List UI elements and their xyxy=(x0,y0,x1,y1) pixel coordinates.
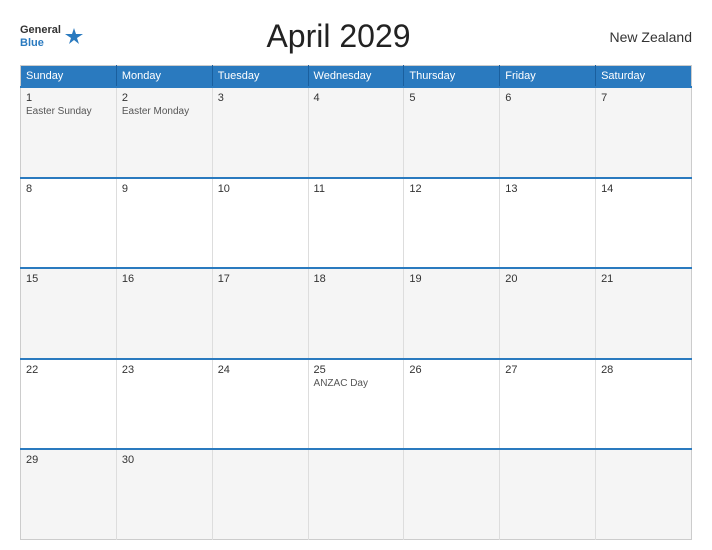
calendar-day-cell: 3 xyxy=(212,87,308,178)
col-friday: Friday xyxy=(500,66,596,88)
day-number: 5 xyxy=(409,92,494,104)
calendar-day-cell xyxy=(500,449,596,540)
calendar-day-cell: 12 xyxy=(404,178,500,269)
day-number: 26 xyxy=(409,364,494,376)
calendar-day-cell xyxy=(308,449,404,540)
col-sunday: Sunday xyxy=(21,66,117,88)
calendar-day-cell xyxy=(596,449,692,540)
day-number: 11 xyxy=(314,183,399,195)
calendar-title: April 2029 xyxy=(85,18,592,55)
page: General Blue April 2029 New Zealand Sund… xyxy=(0,0,712,550)
calendar-body: 1 Easter Sunday 2 Easter Monday 34567 89 10 11 1… xyxy=(21,87,692,540)
calendar-day-cell: 27 xyxy=(500,359,596,450)
day-number: 9 xyxy=(122,183,207,195)
calendar-day-cell: 30 xyxy=(116,449,212,540)
logo-general: General xyxy=(20,24,61,36)
calendar-day-cell: 15 xyxy=(21,268,117,359)
calendar-day-cell: 9 xyxy=(116,178,212,269)
calendar-week-row: 15 16 17 18 19 20 21 xyxy=(21,268,692,359)
calendar-day-cell xyxy=(404,449,500,540)
calendar-week-row: 89 10 11 12 13 14 xyxy=(21,178,692,269)
day-number: 24 xyxy=(218,364,303,376)
calendar-day-cell: 23 xyxy=(116,359,212,450)
calendar-day-cell: 24 xyxy=(212,359,308,450)
day-number: 30 xyxy=(122,454,207,466)
calendar-day-cell: 16 xyxy=(116,268,212,359)
header: General Blue April 2029 New Zealand xyxy=(20,18,692,55)
calendar-day-cell: 29 xyxy=(21,449,117,540)
day-number: 6 xyxy=(505,92,590,104)
calendar-day-cell: 20 xyxy=(500,268,596,359)
day-number: 10 xyxy=(218,183,303,195)
day-number: 20 xyxy=(505,273,590,285)
holiday-label: ANZAC Day xyxy=(314,378,399,389)
day-number: 13 xyxy=(505,183,590,195)
logo-blue: Blue xyxy=(20,37,61,49)
calendar-day-cell: 22 xyxy=(21,359,117,450)
calendar-day-cell: 26 xyxy=(404,359,500,450)
calendar-day-cell xyxy=(212,449,308,540)
day-number: 3 xyxy=(218,92,303,104)
day-number: 18 xyxy=(314,273,399,285)
day-number: 4 xyxy=(314,92,399,104)
day-number: 2 xyxy=(122,92,207,104)
calendar-day-cell: 19 xyxy=(404,268,500,359)
calendar-day-cell: 10 xyxy=(212,178,308,269)
day-number: 22 xyxy=(26,364,111,376)
calendar-day-cell: 17 xyxy=(212,268,308,359)
holiday-label: Easter Monday xyxy=(122,106,207,117)
calendar-day-cell: 13 xyxy=(500,178,596,269)
day-number: 16 xyxy=(122,273,207,285)
calendar-header: Sunday Monday Tuesday Wednesday Thursday… xyxy=(21,66,692,88)
day-number: 7 xyxy=(601,92,686,104)
col-thursday: Thursday xyxy=(404,66,500,88)
day-number: 23 xyxy=(122,364,207,376)
calendar-day-cell: 25 ANZAC Day xyxy=(308,359,404,450)
day-number: 28 xyxy=(601,364,686,376)
calendar-week-row: 22 23 24 25 ANZAC Day 26 27 28 xyxy=(21,359,692,450)
col-monday: Monday xyxy=(116,66,212,88)
col-tuesday: Tuesday xyxy=(212,66,308,88)
calendar-week-row: 29 30 xyxy=(21,449,692,540)
day-number: 25 xyxy=(314,364,399,376)
calendar-day-cell: 18 xyxy=(308,268,404,359)
logo-flag-icon xyxy=(63,26,85,48)
calendar-week-row: 1 Easter Sunday 2 Easter Monday 34567 xyxy=(21,87,692,178)
calendar-day-cell: 6 xyxy=(500,87,596,178)
day-number: 15 xyxy=(26,273,111,285)
country-label: New Zealand xyxy=(592,29,692,45)
calendar-day-cell: 1 Easter Sunday xyxy=(21,87,117,178)
holiday-label: Easter Sunday xyxy=(26,106,111,117)
day-number: 17 xyxy=(218,273,303,285)
calendar-day-cell: 7 xyxy=(596,87,692,178)
col-wednesday: Wednesday xyxy=(308,66,404,88)
day-number: 1 xyxy=(26,92,111,104)
calendar-day-cell: 14 xyxy=(596,178,692,269)
calendar-day-cell: 8 xyxy=(21,178,117,269)
day-number: 14 xyxy=(601,183,686,195)
day-number: 27 xyxy=(505,364,590,376)
calendar-day-cell: 4 xyxy=(308,87,404,178)
logo-text: General Blue xyxy=(20,24,61,48)
day-number: 8 xyxy=(26,183,111,195)
logo: General Blue xyxy=(20,24,85,48)
calendar-day-cell: 11 xyxy=(308,178,404,269)
calendar-day-cell: 2 Easter Monday xyxy=(116,87,212,178)
calendar-day-cell: 21 xyxy=(596,268,692,359)
calendar-day-cell: 5 xyxy=(404,87,500,178)
day-number: 21 xyxy=(601,273,686,285)
col-saturday: Saturday xyxy=(596,66,692,88)
day-headers-row: Sunday Monday Tuesday Wednesday Thursday… xyxy=(21,66,692,88)
calendar-day-cell: 28 xyxy=(596,359,692,450)
day-number: 19 xyxy=(409,273,494,285)
day-number: 29 xyxy=(26,454,111,466)
calendar-table: Sunday Monday Tuesday Wednesday Thursday… xyxy=(20,65,692,540)
day-number: 12 xyxy=(409,183,494,195)
